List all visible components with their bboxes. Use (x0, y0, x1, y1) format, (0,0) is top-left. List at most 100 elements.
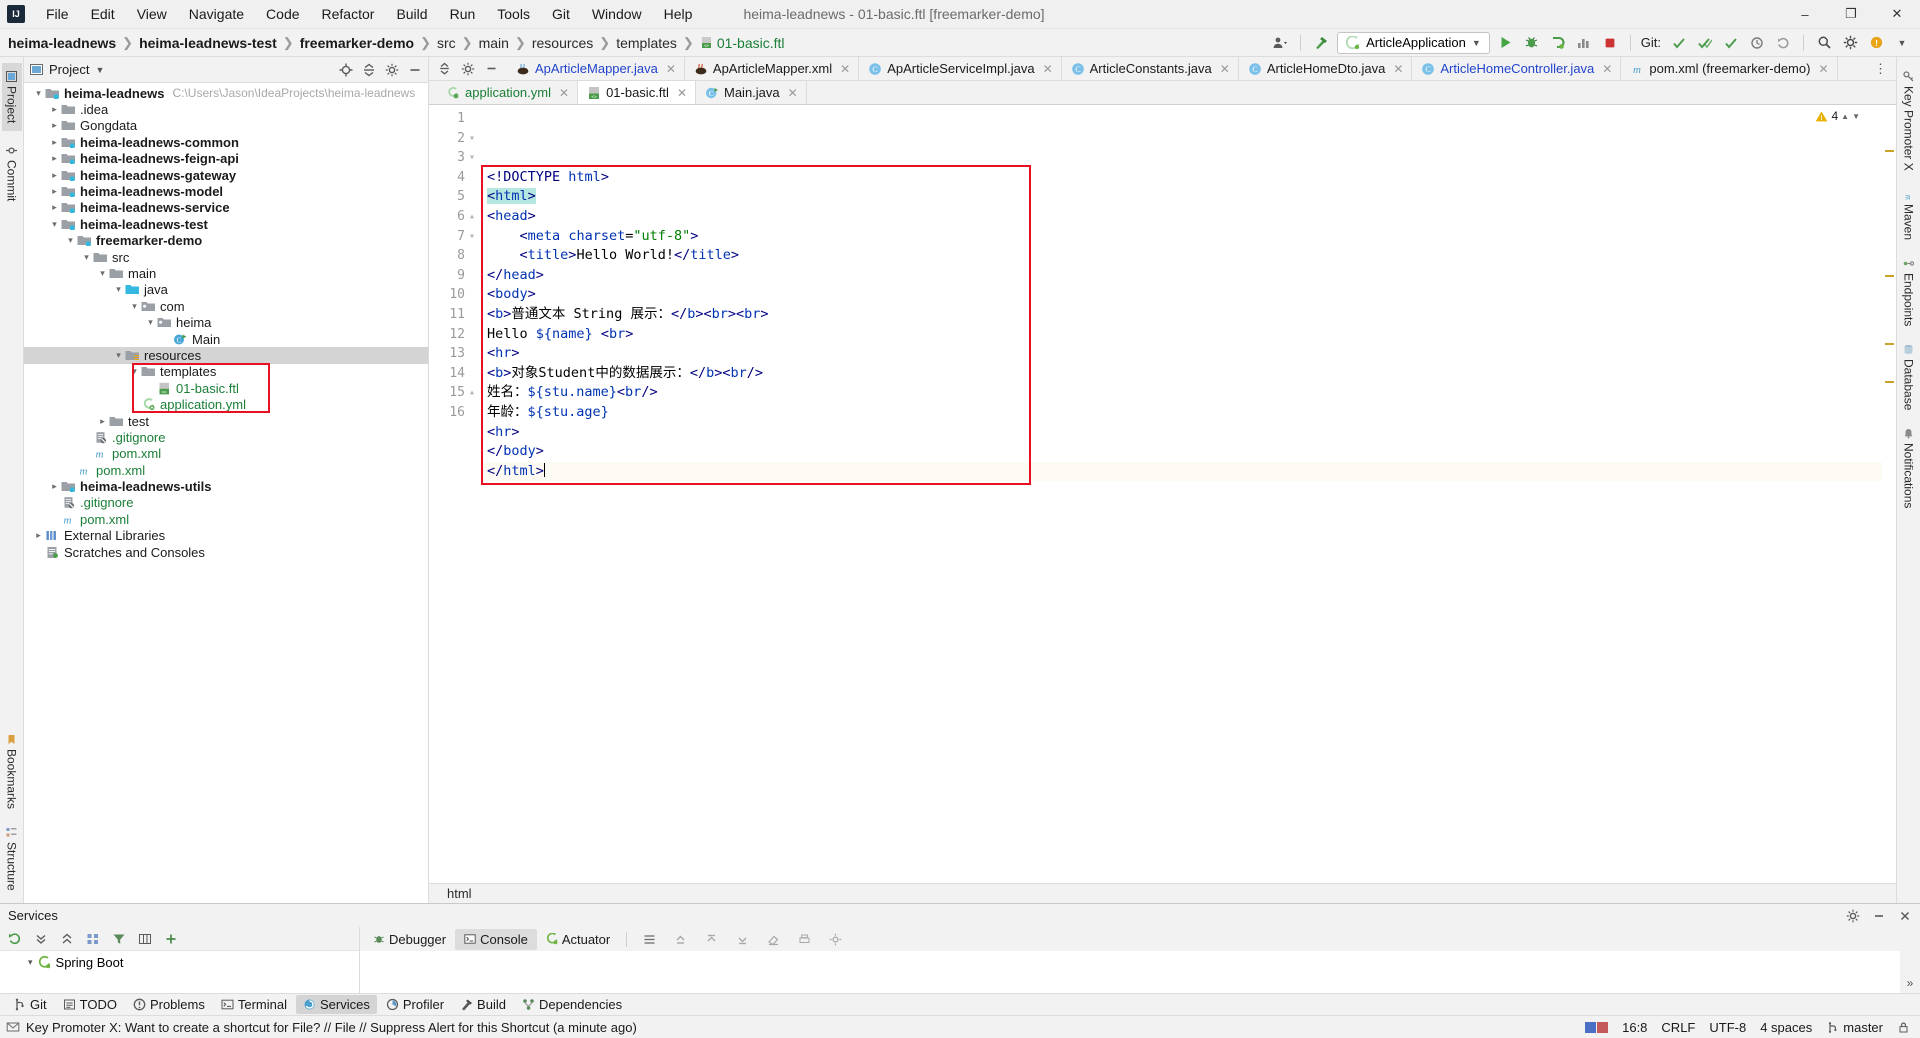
code-line[interactable]: Hello ${name} <br> (481, 325, 1882, 345)
code-line[interactable]: <hr> (481, 423, 1882, 443)
chevron-down-icon[interactable]: ▾ (32, 88, 45, 99)
sidebar-item-key-promoter-x[interactable]: Key Promoter X (1899, 63, 1919, 179)
editor-tab-article-home-dto[interactable]: C ArticleHomeDto.java ✕ (1239, 57, 1413, 80)
scroll-up-icon-wrap[interactable] (665, 930, 696, 949)
chevron-right-icon[interactable]: ▸ (96, 416, 109, 427)
tree-node-pom-xml[interactable]: mpom.xml (24, 462, 428, 478)
tree-node-freemarker-demo[interactable]: ▾freemarker-demo (24, 233, 428, 249)
close-button[interactable]: ✕ (1874, 0, 1920, 28)
hammer-icon[interactable] (1311, 33, 1331, 53)
hide-icon[interactable] (1898, 909, 1912, 923)
git-push-icon[interactable] (1721, 33, 1741, 53)
menu-refactor[interactable]: Refactor (311, 2, 386, 26)
minimize-icon[interactable] (1872, 909, 1886, 923)
menu-git[interactable]: Git (541, 2, 581, 26)
group-icon[interactable] (86, 932, 100, 946)
chevron-down-icon[interactable]: ▼ (1852, 112, 1860, 121)
sidebar-item-bookmarks[interactable]: Bookmarks (2, 726, 22, 817)
tree-node-heima-leadnews-test[interactable]: ▾heima-leadnews-test (24, 216, 428, 232)
chevron-right-icon[interactable]: ▸ (48, 104, 61, 115)
code-folding-column[interactable]: ▾▾▴▾▴ (465, 109, 479, 423)
add-icon[interactable] (164, 932, 178, 946)
code-content[interactable]: <!DOCTYPE html><html><head> <meta charse… (481, 105, 1882, 883)
tool-button-profiler[interactable]: Profiler (379, 995, 451, 1014)
chevron-right-icon[interactable]: ▸ (48, 137, 61, 148)
locate-icon[interactable] (339, 63, 353, 77)
menu-run[interactable]: Run (439, 2, 487, 26)
code-line[interactable]: <hr> (481, 344, 1882, 364)
chevron-right-icon[interactable]: ▸ (32, 530, 45, 541)
close-icon[interactable]: ✕ (1602, 62, 1612, 76)
project-tree[interactable]: ▾heima-leadnewsC:\Users\Jason\IdeaProjec… (24, 83, 428, 903)
minimize-button[interactable]: – (1782, 0, 1828, 28)
tree-node-heima-leadnews-model[interactable]: ▸heima-leadnews-model (24, 183, 428, 199)
git-commit-icon[interactable] (1695, 33, 1715, 53)
chevron-down-icon[interactable]: ▾ (112, 284, 125, 295)
editor-tab-ap-article-service-impl[interactable]: C ApArticleServiceImpl.java ✕ (859, 57, 1061, 80)
breadcrumb-01-basic-ftl[interactable]: <> 01-basic.ftl (700, 35, 785, 51)
editor-tab-main-java[interactable]: C Main.java ✕ (696, 81, 807, 104)
tree-node-idea[interactable]: ▸.idea (24, 101, 428, 117)
git-rollback-icon[interactable] (1773, 33, 1793, 53)
code-line[interactable]: </body> (481, 442, 1882, 462)
chevron-right-icon[interactable]: ▸ (48, 170, 61, 181)
user-icon[interactable] (1270, 33, 1290, 53)
menu-tools[interactable]: Tools (486, 2, 541, 26)
notifications-icon[interactable]: ! (1866, 33, 1886, 53)
close-icon[interactable]: ✕ (788, 86, 798, 100)
editor-tab-application-yml[interactable]: application.yml ✕ (437, 81, 578, 104)
chevron-down-icon[interactable]: ▼ (1892, 33, 1912, 53)
chevron-right-icon[interactable]: ▸ (48, 481, 61, 492)
menu-view[interactable]: View (126, 2, 178, 26)
coverage-icon[interactable] (1548, 33, 1568, 53)
tree-node-test[interactable]: ▸test (24, 413, 428, 429)
tree-node-heima-leadnews-service[interactable]: ▸heima-leadnews-service (24, 200, 428, 216)
breadcrumb-src[interactable]: src (437, 35, 456, 51)
chevron-right-icon[interactable]: ▸ (48, 202, 61, 213)
scroll-top-icon-wrap[interactable] (696, 930, 727, 949)
close-icon[interactable]: ✕ (666, 62, 676, 76)
sidebar-item-database[interactable]: Database (1899, 336, 1919, 418)
close-icon[interactable]: ✕ (840, 62, 850, 76)
layout-settings-icon-wrap[interactable] (634, 930, 665, 949)
close-icon[interactable]: ✕ (1393, 62, 1403, 76)
code-line[interactable]: <b>对象Student中的数据展示：</b><br/> (481, 364, 1882, 384)
menu-edit[interactable]: Edit (80, 2, 126, 26)
hide-icon[interactable] (485, 62, 498, 75)
tool-button-problems[interactable]: Problems (126, 995, 212, 1014)
debug-icon[interactable] (1522, 33, 1542, 53)
git-branch-widget[interactable]: master (1826, 1020, 1883, 1035)
tool-button-dependencies[interactable]: Dependencies (515, 995, 629, 1014)
code-line[interactable]: <title>Hello World!</title> (481, 246, 1882, 266)
tree-node-application-yml[interactable]: application.yml (24, 396, 428, 412)
fold-toggle-icon[interactable]: ▾ (465, 227, 479, 247)
chevron-right-icon[interactable]: ▸ (48, 153, 61, 164)
search-icon[interactable] (1814, 33, 1834, 53)
breadcrumb-heima-leadnews-test[interactable]: heima-leadnews-test (139, 35, 277, 51)
tree-node-01-basic-ftl[interactable]: <>01-basic.ftl (24, 380, 428, 396)
tool-button-git[interactable]: Git (6, 995, 54, 1014)
breadcrumb-html-element[interactable]: html (447, 886, 472, 901)
tree-node-resources[interactable]: ▾resources (24, 347, 428, 363)
menu-build[interactable]: Build (385, 2, 438, 26)
breadcrumb-freemarker-demo[interactable]: freemarker-demo (300, 35, 414, 51)
close-icon[interactable]: ✕ (1220, 62, 1230, 76)
chevron-right-icon[interactable]: ▸ (48, 120, 61, 131)
menu-navigate[interactable]: Navigate (178, 2, 255, 26)
fold-toggle-icon[interactable]: ▾ (465, 129, 479, 149)
tree-node-main[interactable]: CMain (24, 331, 428, 347)
close-icon[interactable]: ✕ (1818, 62, 1828, 76)
console-settings-icon-wrap[interactable] (820, 930, 851, 949)
fold-toggle-icon[interactable]: ▴ (465, 207, 479, 227)
scroll-bottom-icon-wrap[interactable] (727, 930, 758, 949)
tree-node-pom-xml[interactable]: mpom.xml (24, 511, 428, 527)
lock-icon[interactable] (1897, 1021, 1910, 1034)
tool-button-build[interactable]: Build (453, 995, 513, 1014)
collapse-icon[interactable] (60, 932, 74, 946)
sidebar-item-project[interactable]: Project (2, 63, 22, 131)
tree-node-heima-leadnews-utils[interactable]: ▸heima-leadnews-utils (24, 478, 428, 494)
filter-icon[interactable] (112, 932, 126, 946)
git-update-icon[interactable] (1669, 33, 1689, 53)
sidebar-item-commit[interactable]: Commit (2, 137, 22, 209)
tree-node-heima-leadnews-gateway[interactable]: ▸heima-leadnews-gateway (24, 167, 428, 183)
